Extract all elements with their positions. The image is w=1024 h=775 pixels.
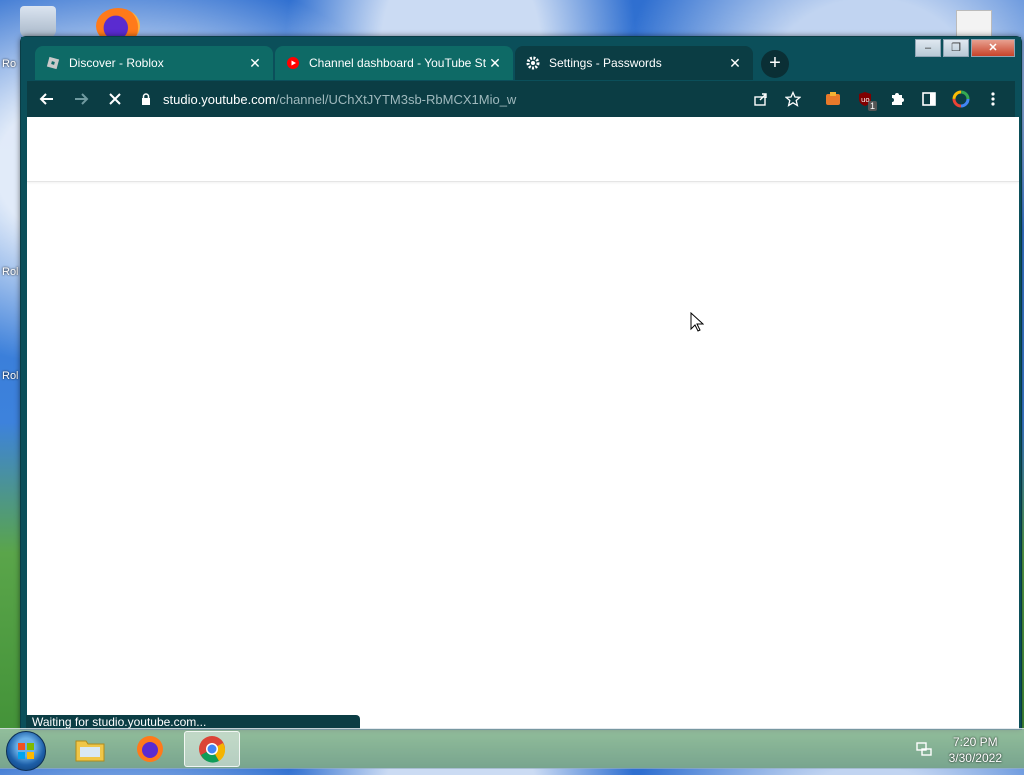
- share-icon[interactable]: [747, 85, 775, 113]
- back-button[interactable]: [33, 85, 61, 113]
- network-icon[interactable]: [916, 741, 932, 762]
- url-host: studio.youtube.com: [163, 91, 276, 107]
- close-tab-icon[interactable]: ✕: [487, 55, 503, 71]
- page-header-placeholder: [27, 117, 1019, 182]
- browser-toolbar: studio.youtube.com/channel/UChXtJYTM3sb-…: [27, 81, 1015, 117]
- browser-menu-icon[interactable]: [979, 85, 1007, 113]
- taskbar: 7:20 PM 3/30/2022: [0, 728, 1024, 771]
- gear-icon: [525, 55, 541, 71]
- recycle-bin-icon[interactable]: [20, 6, 56, 38]
- window-controls: – ❐ ✕: [913, 39, 1015, 57]
- new-tab-button[interactable]: +: [761, 50, 789, 78]
- google-account-icon[interactable]: [947, 85, 975, 113]
- close-tab-icon[interactable]: ✕: [247, 55, 263, 71]
- restore-button[interactable]: ❐: [943, 39, 969, 57]
- tab-title: Channel dashboard - YouTube St: [309, 56, 487, 70]
- page-content: [27, 117, 1019, 729]
- minimize-button[interactable]: –: [915, 39, 941, 57]
- start-button[interactable]: [6, 731, 46, 771]
- youtube-studio-icon: [285, 55, 301, 71]
- tab-title: Settings - Passwords: [549, 56, 662, 70]
- tab-roblox[interactable]: Discover - Roblox ✕: [35, 46, 273, 80]
- mouse-cursor: [690, 311, 705, 337]
- bookmark-star-icon[interactable]: [779, 85, 807, 113]
- side-panel-icon[interactable]: [915, 85, 943, 113]
- close-window-button[interactable]: ✕: [971, 39, 1015, 57]
- url-path: /channel/UChXtJYTM3sb-RbMCX1Mio_w: [275, 91, 517, 107]
- firefox-icon[interactable]: [122, 731, 178, 767]
- address-bar[interactable]: studio.youtube.com/channel/UChXtJYTM3sb-…: [137, 85, 785, 113]
- toolbar-actions: uo 1: [743, 85, 1007, 113]
- roblox-icon: [45, 55, 61, 71]
- chrome-icon[interactable]: [184, 731, 240, 767]
- extensions-puzzle-icon[interactable]: [883, 85, 911, 113]
- stop-loading-button[interactable]: [101, 85, 129, 113]
- tab-strip: Discover - Roblox ✕ Channel dashboard - …: [21, 37, 1021, 81]
- desktop-icon-label: Ro: [2, 58, 17, 70]
- extension-icon-orange[interactable]: [819, 85, 847, 113]
- tab-youtube-studio[interactable]: Channel dashboard - YouTube St ✕: [275, 46, 513, 80]
- close-tab-icon[interactable]: ✕: [727, 55, 743, 71]
- lock-icon[interactable]: [137, 93, 155, 105]
- forward-button[interactable]: [67, 85, 95, 113]
- system-clock[interactable]: 7:20 PM 3/30/2022: [949, 734, 1002, 766]
- browser-window: Discover - Roblox ✕ Channel dashboard - …: [20, 36, 1022, 730]
- desktop-icon-label: Rol: [2, 266, 19, 278]
- status-bubble: Waiting for studio.youtube.com...: [26, 715, 360, 729]
- clock-time: 7:20 PM: [952, 735, 998, 749]
- desktop-icon-label: Rol: [2, 370, 19, 382]
- windows-explorer-icon[interactable]: [62, 731, 118, 767]
- tab-settings-passwords[interactable]: Settings - Passwords ✕: [515, 46, 753, 80]
- tab-title: Discover - Roblox: [69, 56, 164, 70]
- extension-badge: 1: [867, 101, 877, 111]
- ublock-origin-icon[interactable]: uo 1: [851, 85, 879, 113]
- clock-date: 3/30/2022: [948, 751, 1002, 765]
